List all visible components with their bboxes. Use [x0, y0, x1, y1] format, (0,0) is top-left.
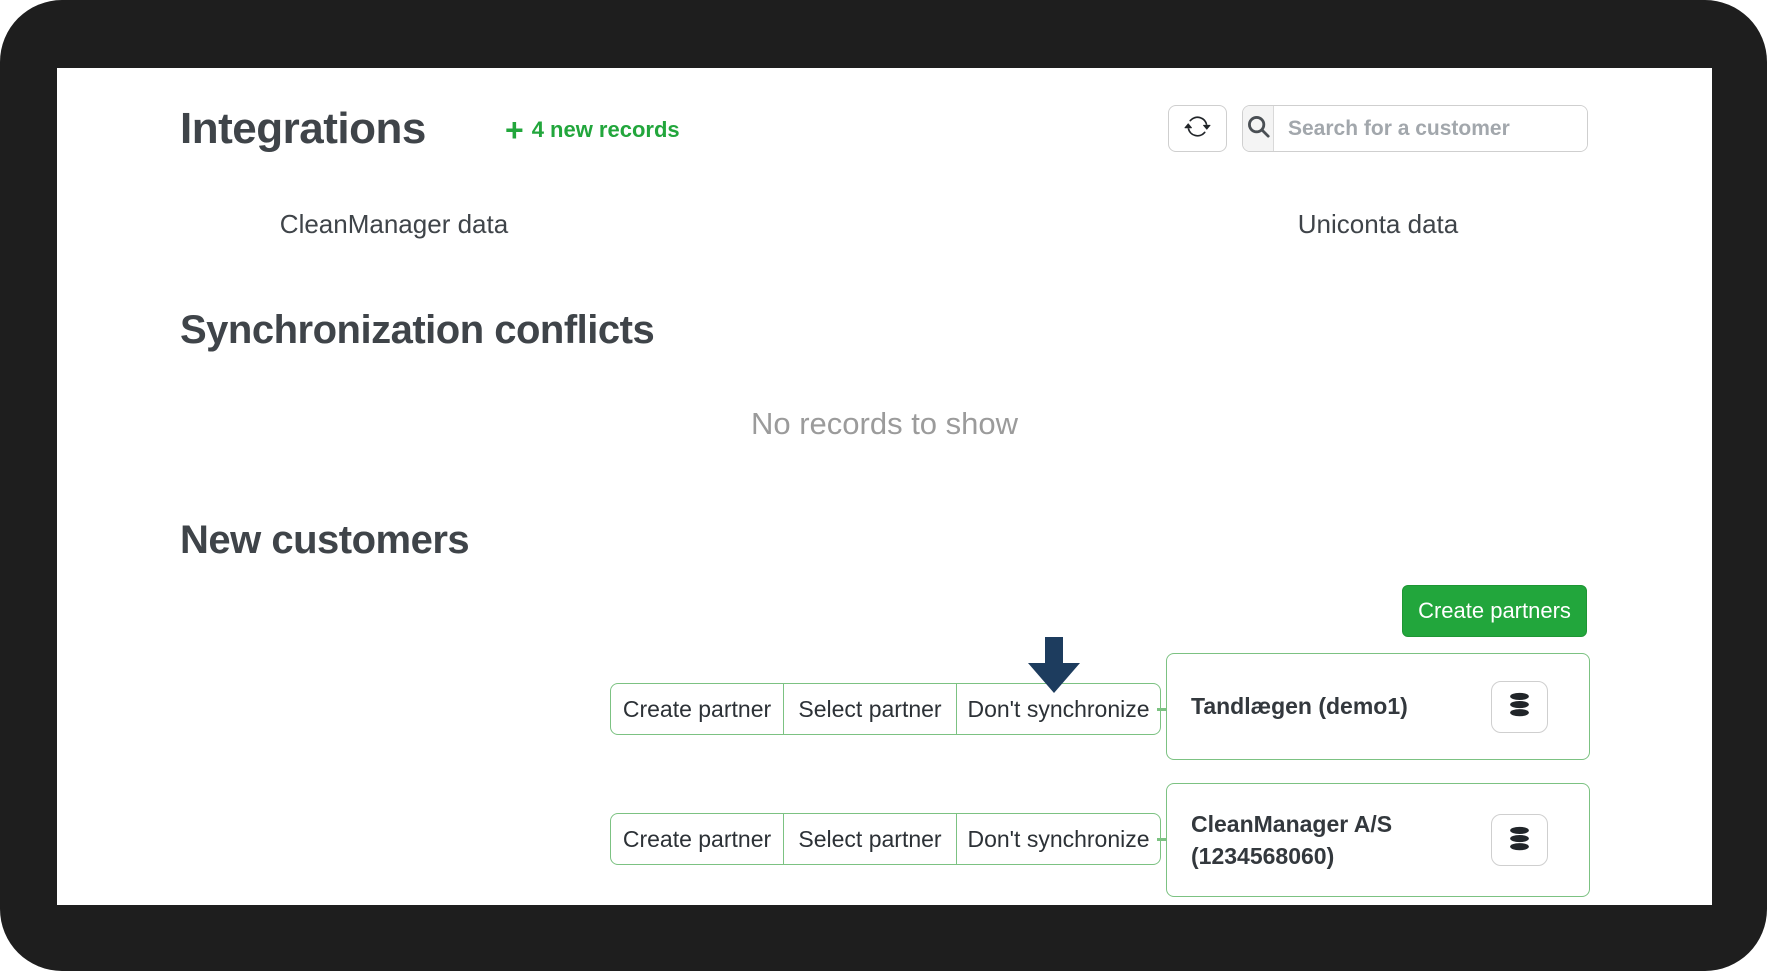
database-button[interactable]: [1491, 680, 1548, 733]
database-icon: [1507, 691, 1532, 722]
app-content: Integrations + 4 new records Search for …: [57, 68, 1712, 905]
plus-icon: +: [505, 112, 524, 148]
customer-search-group: [1242, 105, 1588, 152]
search-input[interactable]: [1274, 106, 1587, 151]
page-title: Integrations: [180, 104, 426, 153]
empty-state-message: No records to show: [750, 406, 1019, 441]
column-label-uniconta: Uniconta data: [1297, 209, 1459, 239]
dont-synchronize-button[interactable]: Don't synchronize: [956, 683, 1161, 735]
section-title-conflicts: Synchronization conflicts: [180, 308, 655, 352]
create-partners-button[interactable]: Create partners: [1402, 585, 1587, 637]
refresh-button[interactable]: [1168, 105, 1227, 152]
search-icon: [1246, 114, 1271, 144]
select-partner-button[interactable]: Select partner: [783, 683, 957, 735]
new-records-indicator: + 4 new records: [505, 114, 680, 146]
select-partner-button[interactable]: Select partner: [783, 813, 957, 865]
database-button[interactable]: [1491, 814, 1548, 866]
customer-card: Tandlægen (demo1): [1166, 653, 1590, 760]
refresh-icon: [1184, 113, 1211, 145]
create-partner-button[interactable]: Create partner: [610, 683, 784, 735]
section-title-new-customers: New customers: [180, 518, 470, 562]
create-partner-button[interactable]: Create partner: [610, 813, 784, 865]
customer-name: CleanManager A/S (1234568060): [1191, 810, 1393, 869]
screenshot-canvas: Integrations + 4 new records Search for …: [0, 0, 1767, 971]
customer-name: Tandlægen (demo1): [1191, 693, 1408, 720]
customer-card: CleanManager A/S (1234568060): [1166, 783, 1590, 897]
dont-synchronize-button[interactable]: Don't synchronize: [956, 813, 1161, 865]
action-group-row2: Create partner Select partner Don't sync…: [610, 813, 1161, 865]
database-icon: [1507, 825, 1532, 856]
search-addon: [1243, 106, 1274, 151]
new-records-label: 4 new records: [531, 117, 680, 142]
column-label-cleanmanager: CleanManager data: [279, 209, 509, 239]
action-group-row1: Create partner Select partner Don't sync…: [610, 683, 1161, 735]
